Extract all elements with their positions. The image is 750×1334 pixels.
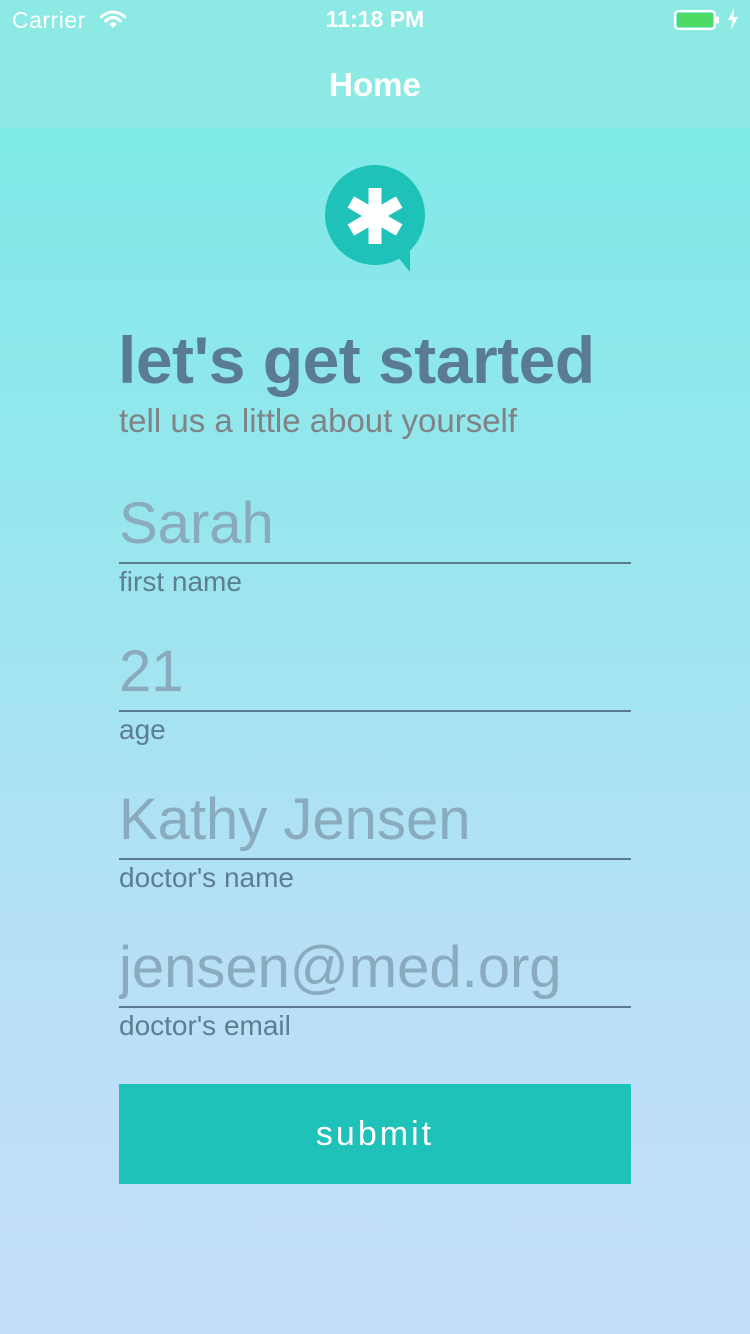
doctor-email-label: doctor's email — [119, 1010, 291, 1041]
first-name-field: first name — [119, 484, 631, 598]
asterisk-chat-bubble-icon — [325, 165, 425, 272]
age-label: age — [119, 714, 166, 745]
age-field: age — [119, 632, 631, 746]
charging-bolt-icon — [728, 8, 738, 30]
nav-title: Home — [329, 66, 421, 103]
doctor-name-input[interactable] — [119, 780, 631, 860]
doctor-email-field: doctor's email — [119, 928, 631, 1042]
doctor-name-label: doctor's name — [119, 862, 294, 893]
status-time: 11:18 PM — [325, 6, 425, 32]
submit-button[interactable]: submit — [119, 1084, 631, 1184]
page-subtitle: tell us a little about yourself — [119, 402, 518, 439]
doctor-name-field: doctor's name — [119, 780, 631, 894]
first-name-input[interactable] — [119, 484, 631, 564]
first-name-label: first name — [119, 566, 242, 597]
age-input[interactable] — [119, 632, 631, 712]
battery-icon — [674, 10, 719, 30]
nav-bar: Home — [0, 40, 750, 128]
status-bar: Carrier 11:18 PM — [0, 0, 750, 40]
doctor-email-input[interactable] — [119, 928, 631, 1008]
page-title: let's get started — [118, 323, 595, 397]
